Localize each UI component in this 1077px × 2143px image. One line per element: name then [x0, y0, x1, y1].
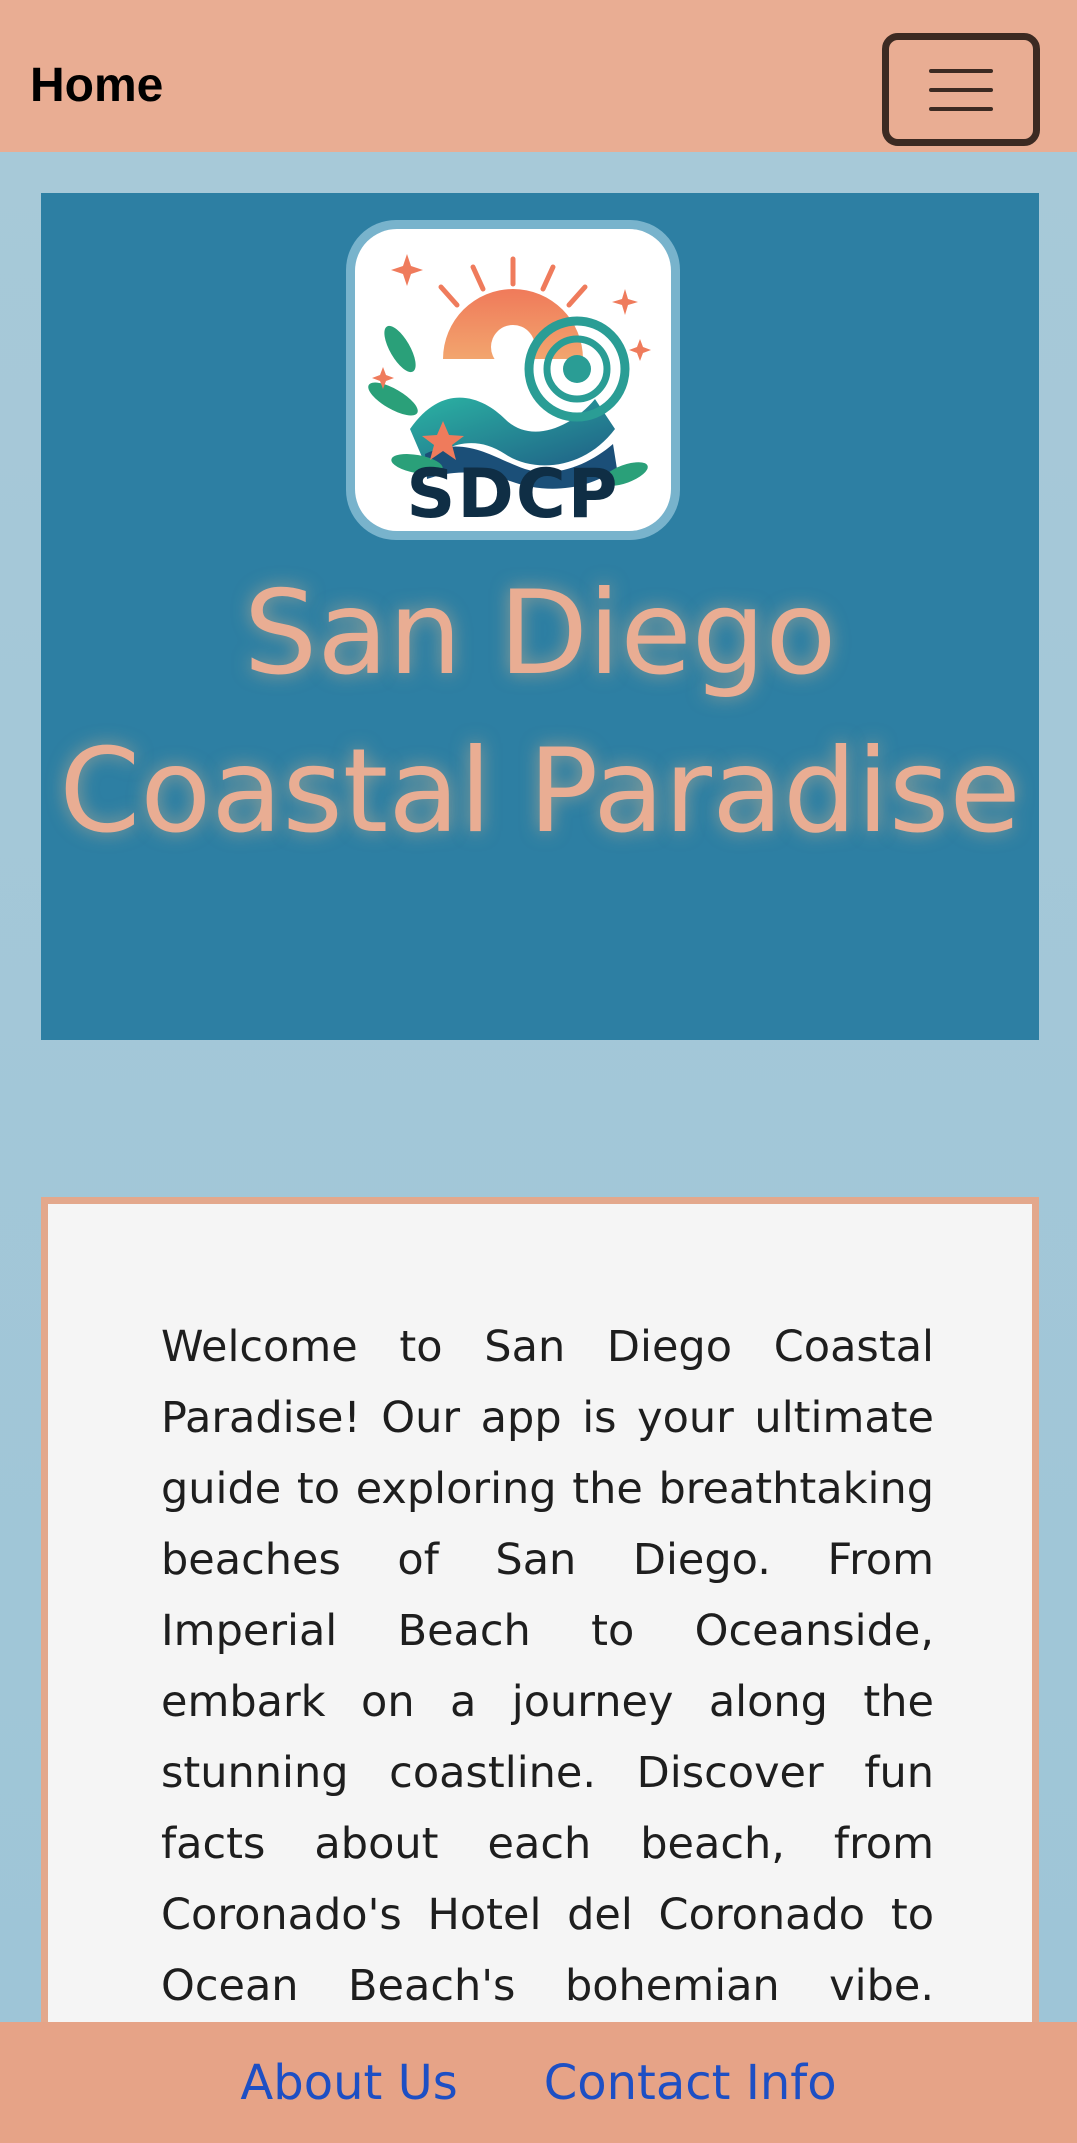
- contact-info-link[interactable]: Contact Info: [544, 2059, 837, 2107]
- hero-title: San Diego Coastal Paradise: [59, 566, 1021, 859]
- menu-button[interactable]: [882, 33, 1040, 146]
- page-title: Home: [30, 59, 164, 112]
- logo-wordmark: SDCP: [406, 455, 620, 531]
- intro-text: Welcome to San Diego Coastal Paradise! O…: [161, 1322, 934, 2011]
- bottom-nav: About Us Contact Info: [0, 2022, 1077, 2143]
- sdcp-logo: SDCP: [346, 220, 680, 540]
- about-us-link[interactable]: About Us: [240, 2059, 457, 2107]
- hamburger-menu-icon: [929, 68, 993, 111]
- top-app-bar: Home: [0, 0, 1077, 152]
- intro-card: Welcome to San Diego Coastal Paradise! O…: [41, 1197, 1039, 2027]
